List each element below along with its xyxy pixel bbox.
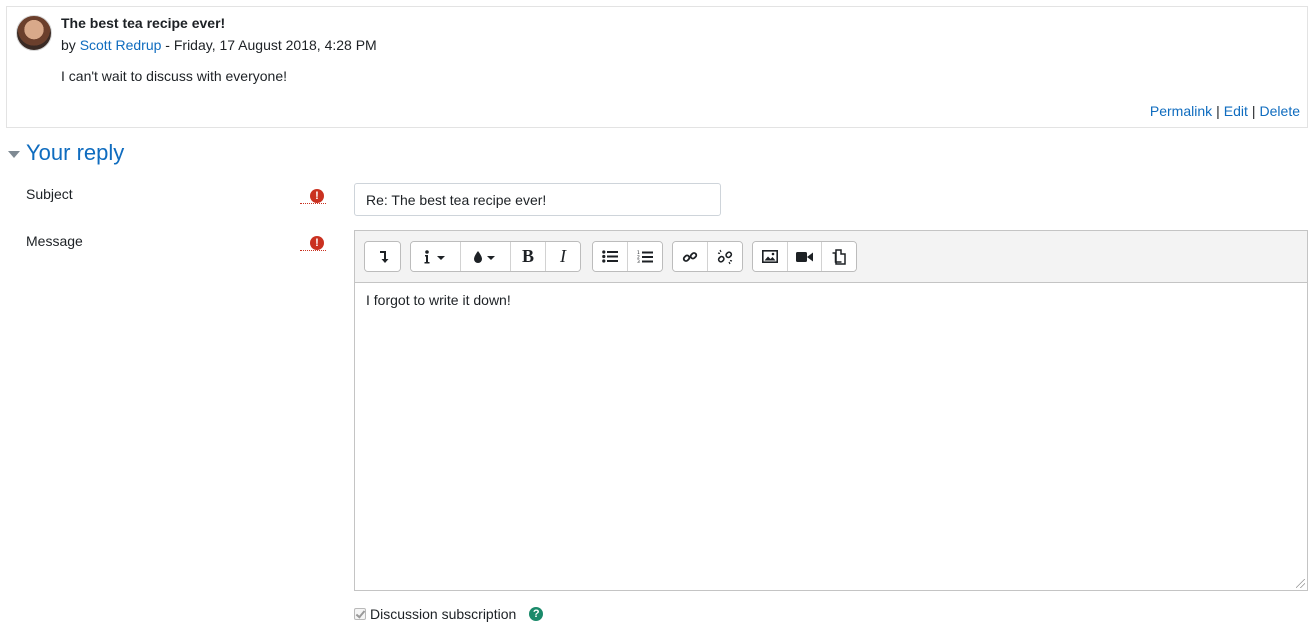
bold-icon[interactable]: B xyxy=(511,242,546,271)
editor-toolbar: B I 123 xyxy=(355,231,1307,283)
discussion-subscription: Discussion subscription ? xyxy=(354,606,544,622)
help-icon[interactable]: ? xyxy=(529,607,544,621)
your-reply-toggle[interactable]: Your reply xyxy=(8,140,124,166)
toolbar-group-collapse xyxy=(364,241,401,272)
message-editor: B I 123 I forgot to write it down! xyxy=(354,230,1308,591)
subject-input[interactable] xyxy=(354,183,721,216)
action-separator: | xyxy=(1251,103,1256,119)
ordered-list-icon[interactable]: 123 xyxy=(628,242,662,271)
required-icon: ! xyxy=(310,236,324,250)
toolbar-group-media xyxy=(752,241,857,272)
author-avatar[interactable] xyxy=(16,15,52,51)
post-by-prefix: by xyxy=(61,37,76,53)
message-label: Message xyxy=(26,233,83,249)
required-icon: ! xyxy=(310,189,324,203)
forum-post: The best tea recipe ever! by Scott Redru… xyxy=(6,6,1308,128)
italic-icon[interactable]: I xyxy=(546,242,580,271)
resize-handle-icon[interactable] xyxy=(1296,579,1305,588)
show-more-buttons-icon[interactable] xyxy=(365,242,400,271)
post-date: - Friday, 17 August 2018, 4:28 PM xyxy=(165,37,377,53)
toolbar-group-lists: 123 xyxy=(592,241,663,272)
manage-files-icon[interactable] xyxy=(822,242,856,271)
link-icon[interactable] xyxy=(673,242,708,271)
toolbar-group-links xyxy=(672,241,743,272)
section-title: Your reply xyxy=(26,140,125,165)
text-color-icon[interactable] xyxy=(461,242,511,271)
subject-label: Subject xyxy=(26,186,73,202)
svg-text:3: 3 xyxy=(637,259,640,264)
subscription-label: Discussion subscription xyxy=(370,606,517,622)
unordered-list-icon[interactable] xyxy=(593,242,628,271)
insert-media-icon[interactable] xyxy=(788,242,822,271)
subscription-checkbox[interactable] xyxy=(354,608,366,620)
delete-link[interactable]: Delete xyxy=(1260,103,1300,119)
unlink-icon[interactable] xyxy=(708,242,742,271)
paragraph-styles-icon[interactable] xyxy=(411,242,461,271)
author-link[interactable]: Scott Redrup xyxy=(80,37,162,53)
post-title: The best tea recipe ever! xyxy=(61,15,226,31)
action-separator: | xyxy=(1216,103,1220,119)
required-underline xyxy=(300,203,326,204)
post-actions: Permalink | Edit | Delete xyxy=(1150,103,1300,119)
insert-image-icon[interactable] xyxy=(753,242,788,271)
edit-link[interactable]: Edit xyxy=(1224,103,1248,119)
permalink-link[interactable]: Permalink xyxy=(1150,103,1212,119)
required-underline xyxy=(300,250,326,251)
message-textarea[interactable]: I forgot to write it down! xyxy=(355,284,1307,590)
toolbar-group-style: B I xyxy=(410,241,581,272)
collapse-caret-icon xyxy=(8,150,20,158)
post-body: I can't wait to discuss with everyone! xyxy=(61,68,287,84)
post-meta: by Scott Redrup - Friday, 17 August 2018… xyxy=(61,37,377,53)
